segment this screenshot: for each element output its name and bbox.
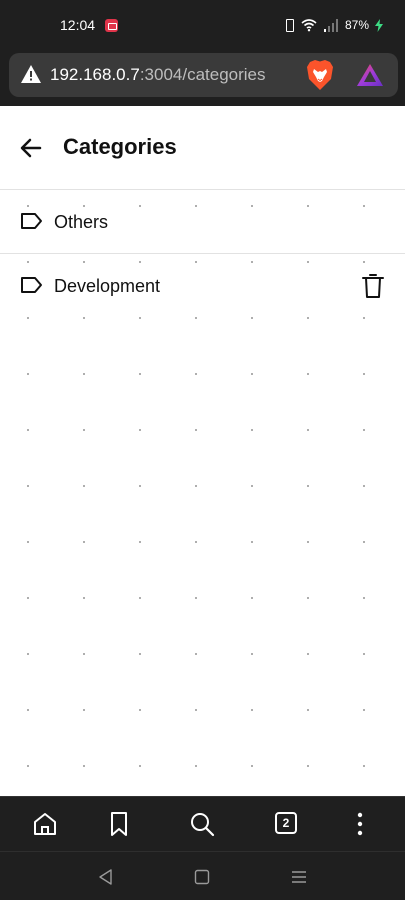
screen-record-icon bbox=[105, 19, 118, 32]
battery-level: 87% bbox=[344, 18, 369, 32]
page-header: Categories bbox=[0, 106, 405, 190]
brave-rewards-icon[interactable] bbox=[356, 63, 384, 87]
search-icon[interactable] bbox=[189, 811, 215, 837]
web-page: Categories Others Development bbox=[0, 106, 405, 796]
category-label: Development bbox=[54, 276, 161, 296]
tag-icon bbox=[21, 213, 42, 229]
url-text[interactable]: 192.168.0.7:3004/categories bbox=[50, 65, 266, 85]
system-nav-bar bbox=[0, 851, 405, 900]
charging-bolt-icon bbox=[375, 18, 383, 32]
back-triangle-icon[interactable] bbox=[96, 867, 116, 887]
tabs-icon[interactable]: 2 bbox=[275, 812, 297, 834]
status-time: 12:04 bbox=[60, 17, 96, 33]
brave-lion-icon[interactable] bbox=[305, 59, 335, 91]
warning-icon[interactable] bbox=[20, 64, 42, 84]
category-row-others[interactable]: Others bbox=[0, 190, 405, 254]
status-bar: 12:04 87% bbox=[0, 0, 405, 50]
home-icon[interactable] bbox=[32, 811, 58, 837]
category-label: Others bbox=[54, 212, 109, 232]
tag-icon bbox=[21, 277, 42, 293]
home-square-icon[interactable] bbox=[192, 867, 212, 887]
address-bar[interactable]: 192.168.0.7:3004/categories bbox=[9, 53, 398, 97]
browser-toolbar: 2 bbox=[0, 796, 405, 851]
status-indicators: 87% bbox=[283, 16, 383, 34]
page-title: Categories bbox=[63, 134, 177, 159]
signal-icon bbox=[323, 19, 338, 32]
recents-icon[interactable] bbox=[289, 867, 309, 887]
back-arrow-icon[interactable] bbox=[20, 137, 42, 159]
category-row-development[interactable]: Development bbox=[0, 254, 405, 318]
vibrate-icon bbox=[283, 18, 295, 32]
trash-icon[interactable] bbox=[361, 272, 385, 300]
bookmark-icon[interactable] bbox=[106, 811, 132, 837]
url-host: 192.168.0.7 bbox=[50, 65, 140, 84]
more-icon[interactable] bbox=[347, 811, 373, 837]
url-path: :3004/categories bbox=[139, 65, 266, 84]
wifi-icon bbox=[301, 19, 317, 32]
